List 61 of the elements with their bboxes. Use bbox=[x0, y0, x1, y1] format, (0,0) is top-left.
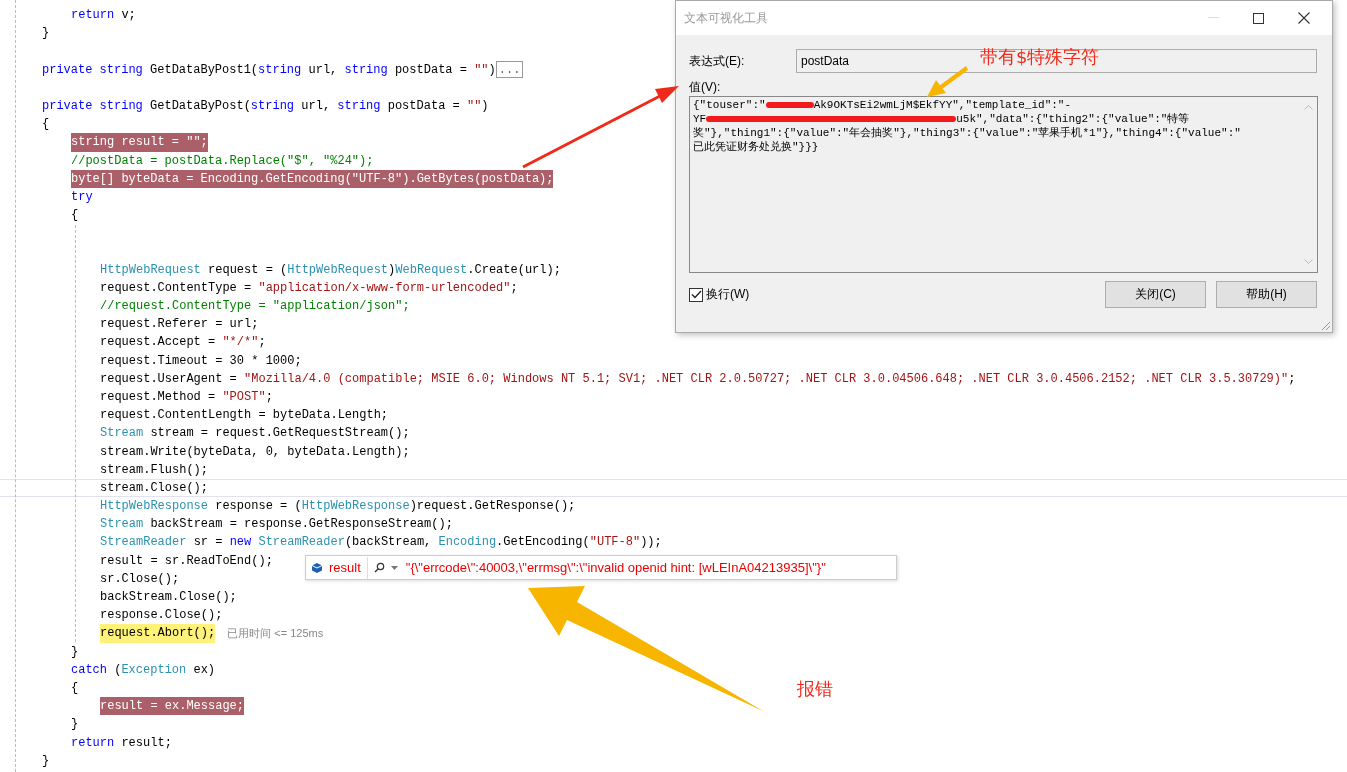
value-text: u5k","data":{"thing2":{"value":"特等 bbox=[956, 112, 1190, 126]
code-line: stream.Close(); bbox=[100, 479, 209, 497]
value-text: Ak9OKTsEi2wmLjM$EkfYY","template_id":"- bbox=[813, 98, 1072, 112]
value-label: 值(V): bbox=[689, 79, 721, 96]
value-text: {"touser":" bbox=[693, 98, 766, 112]
resize-grip-icon[interactable] bbox=[1321, 321, 1331, 331]
code-line: request.ContentType = "application/x-www-form-urlencoded"; bbox=[100, 279, 518, 297]
code-line: { bbox=[71, 207, 79, 225]
value-text: 奖"},"thing1":{"value":"年会抽奖"},"thing3":{"value":"苹果手机*1"},"thing4":{"value":" bbox=[693, 126, 1241, 140]
collapsed-region-button[interactable]: ... bbox=[495, 61, 524, 79]
code-line: StreamReader sr = new StreamReader(backStream, Encoding.GetEncoding("UTF-8")); bbox=[100, 534, 662, 552]
code-line: { bbox=[42, 116, 50, 134]
code-line: request.Method = "POST"; bbox=[100, 388, 273, 406]
value-text: 已此凭证财务处兑换"}}} bbox=[693, 140, 819, 154]
code-line: stream.Write(byteData, 0, byteData.Length); bbox=[100, 443, 410, 461]
variable-value: "{\"errcode\":40003,\"errmsg\":\"invalid openid hint: [wLEInA04213935]\"}" bbox=[405, 560, 826, 575]
wrap-checkbox[interactable] bbox=[689, 287, 703, 302]
code-line: backStream.Close(); bbox=[100, 589, 237, 606]
elapsed-time-hint: 已用时间 <= 125ms bbox=[227, 626, 324, 642]
close-icon[interactable] bbox=[1298, 12, 1310, 24]
code-line: catch (Exception ex) bbox=[71, 661, 216, 679]
wrap-label: 换行(W) bbox=[706, 286, 750, 303]
code-line: } bbox=[71, 643, 79, 661]
code-line: request.Timeout = 30 * 1000; bbox=[100, 352, 302, 370]
code-line: request.ContentLength = byteData.Length; bbox=[100, 407, 389, 425]
code-line: } bbox=[42, 752, 50, 770]
code-line: Stream backStream = response.GetResponseStream(); bbox=[100, 516, 453, 534]
code-line: } bbox=[42, 25, 50, 43]
code-line: request.UserAgent = "Mozilla/4.0 (compatible; MSIE 6.0; Windows NT 5.1; SV1; .NET CLR 2.0.50727; .NET CLR 3.0.04506.648; .NET CLR 3.0.4506.2152; .NET CLR 3.5.30729)"; bbox=[100, 370, 1296, 388]
code-line: HttpWebResponse response = (HttpWebResponse)request.GetResponse(); bbox=[100, 498, 576, 516]
dropdown-caret-icon[interactable] bbox=[390, 565, 398, 570]
dialog-button[interactable]: 关闭(C) bbox=[1105, 281, 1206, 308]
code-line: } bbox=[71, 716, 79, 734]
expression-label: 表达式(E): bbox=[689, 52, 746, 70]
code-line: request.Referer = url; bbox=[100, 316, 259, 334]
code-line: request.Accept = "*/*"; bbox=[100, 334, 266, 352]
value-text-area[interactable]: {"touser":" Ak9OKTsEi2wmLjM$EkfYY","template_id":"- YF u5k","data":{"thing2":{"value":"特等 奖"},"thing1":{"value":"年会抽奖"},"thing3":{"value":"苹果手机*1"},"thing4":{"value":" 已此凭证财务处兑换"}}} bbox=[689, 96, 1318, 273]
code-line: private string GetDataByPost1(string url, string postData = "") bbox=[42, 61, 496, 79]
code-line: //request.ContentType = "application/json"; bbox=[100, 298, 410, 315]
code-line: HttpWebRequest request = (HttpWebRequest)WebRequest.Create(url); bbox=[100, 261, 561, 279]
redaction-scribble bbox=[765, 102, 814, 108]
code-line: sr.Close(); bbox=[100, 570, 180, 588]
code-line: stream.Flush(); bbox=[100, 461, 209, 479]
code-line: response.Close(); bbox=[100, 607, 223, 625]
annotation-text: 报错 bbox=[797, 677, 833, 701]
search-icon[interactable] bbox=[373, 562, 385, 573]
variable-icon bbox=[311, 561, 323, 574]
code-line: return v; bbox=[71, 7, 136, 24]
code-line: return result; bbox=[71, 734, 172, 752]
variable-name: result bbox=[329, 560, 361, 575]
code-line: private string GetDataByPost(string url, string postData = "") bbox=[42, 97, 489, 115]
code-line: result = sr.ReadToEnd(); bbox=[100, 552, 273, 570]
dialog-button[interactable]: 帮助(H) bbox=[1216, 281, 1317, 308]
maximize-icon[interactable] bbox=[1253, 12, 1264, 24]
code-line: try bbox=[71, 188, 93, 206]
window-title: 文本可视化工具 bbox=[684, 9, 768, 27]
code-line: { bbox=[71, 679, 79, 697]
code-line: //postData = postData.Replace("$", "%24"); bbox=[71, 152, 374, 170]
code-line: Stream stream = request.GetRequestStream(); bbox=[100, 425, 410, 443]
annotation-arrow bbox=[927, 66, 968, 97]
value-text: YF bbox=[693, 112, 707, 126]
